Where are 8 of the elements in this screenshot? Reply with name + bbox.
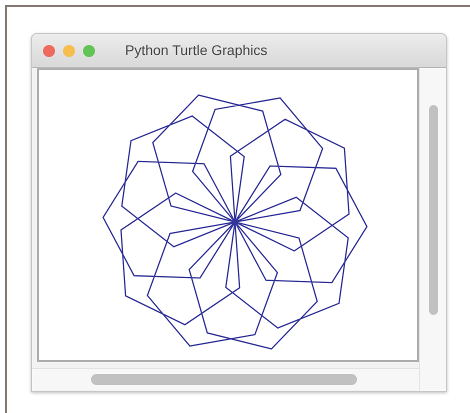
zoom-button[interactable] [83,44,95,56]
vertical-scrollbar[interactable] [419,68,446,391]
close-button[interactable] [43,44,55,56]
scrollbar-thumb[interactable] [428,105,438,315]
scrollbar-thumb[interactable] [91,374,357,385]
horizontal-scrollbar[interactable] [32,368,419,390]
window-title: Python Turtle Graphics [125,41,268,60]
minimize-button[interactable] [63,44,75,56]
